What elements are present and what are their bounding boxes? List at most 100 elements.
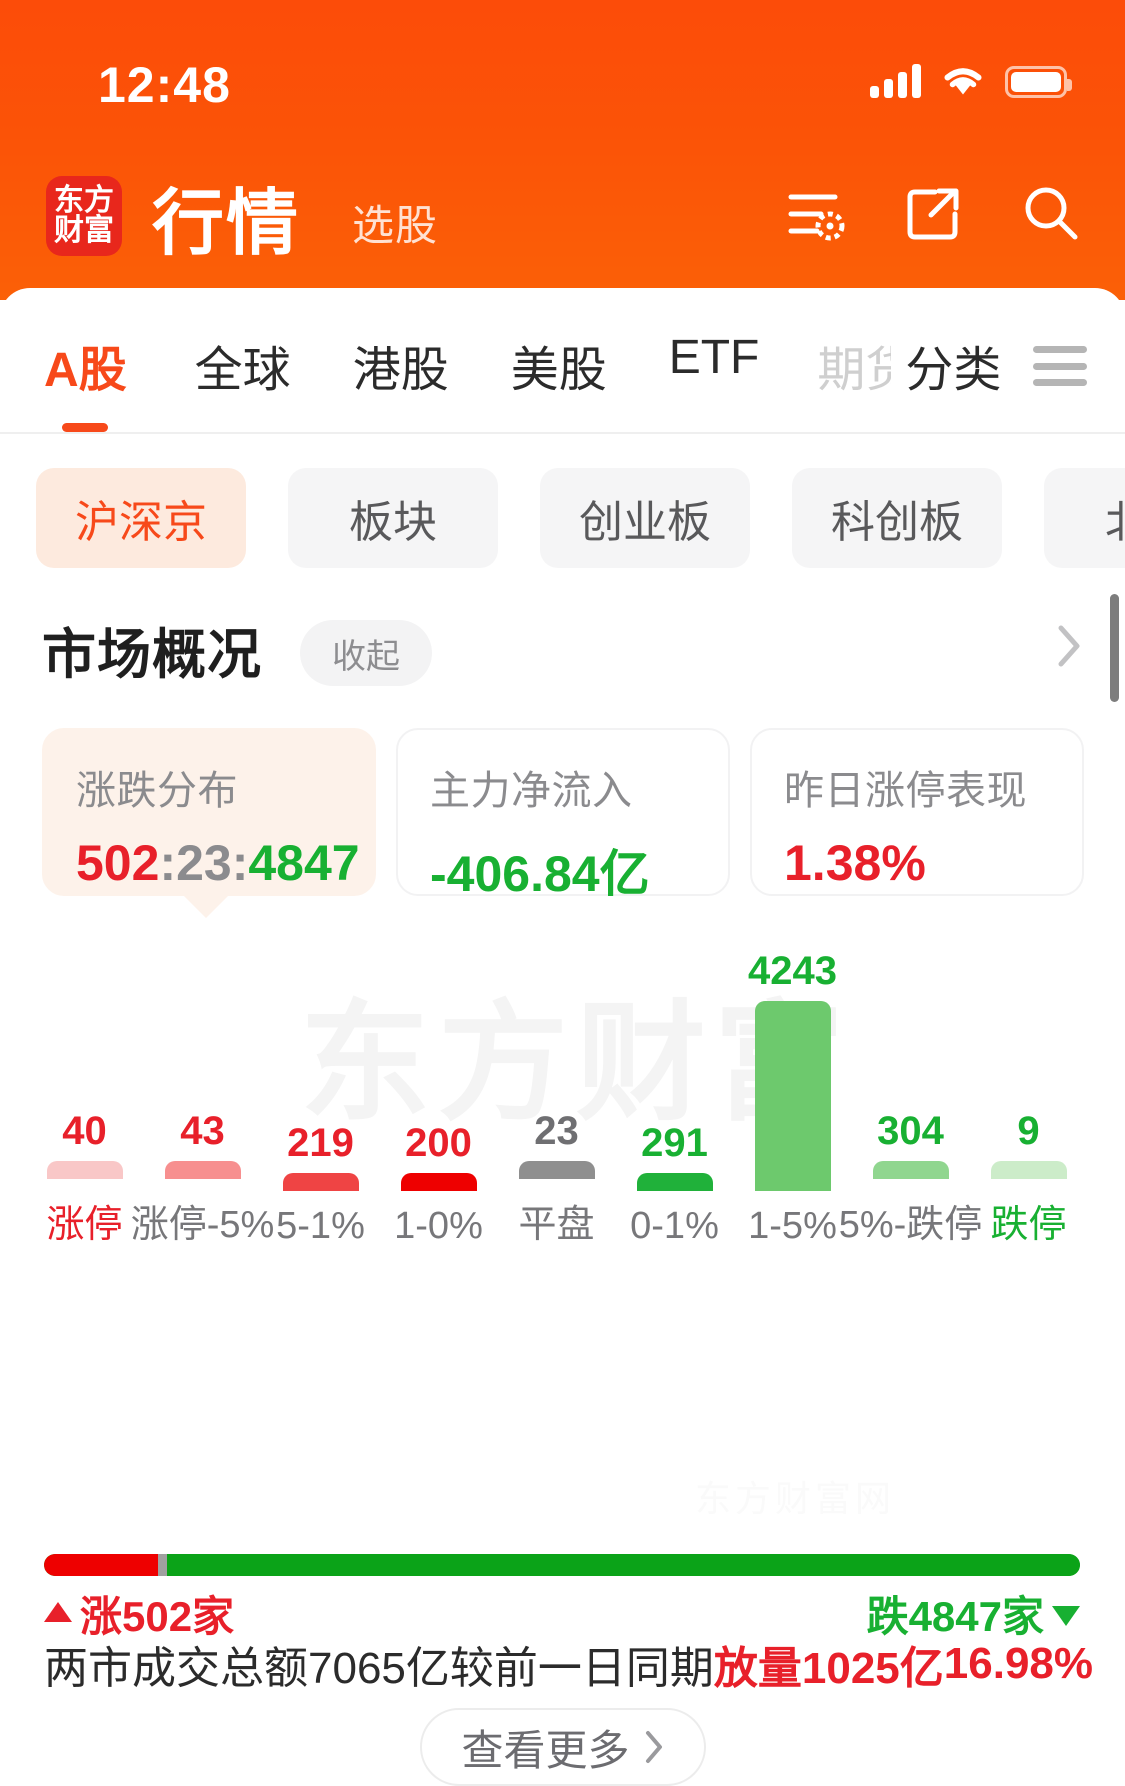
bar-column[interactable]: 4243 1-5% — [730, 951, 855, 1248]
updown-distribution-chart: 东方财富 40 涨停 43 涨停-5% 219 5-1% 200 1-0% 23 平盘 291 0-1… — [0, 908, 1125, 1248]
content-sheet: A股 全球 港股 美股 ETF 期货 分类 沪深京 板块 创业板 科创板 北交 … — [0, 288, 1125, 1786]
list-settings-icon[interactable] — [783, 182, 847, 246]
arrow-down-icon — [1052, 1605, 1080, 1626]
app-header: 12:48 东方 财富 行情 选股 — [0, 0, 1125, 300]
tab-us-stocks[interactable]: 美股 — [511, 330, 607, 400]
logo-line-2: 财富 — [54, 214, 114, 247]
chevron-right-icon — [645, 1731, 662, 1763]
tab-etf[interactable]: ETF — [669, 330, 760, 385]
chip-bse[interactable]: 北交 — [1044, 468, 1125, 568]
ratio-segment-flat — [157, 1554, 168, 1576]
chevron-right-icon[interactable] — [1057, 624, 1083, 668]
status-bar-icons — [870, 64, 1072, 98]
tab-categories[interactable]: 分类 — [905, 330, 1001, 400]
hamburger-menu-icon[interactable] — [1033, 346, 1088, 386]
battery-full-icon — [1005, 66, 1072, 98]
collapse-toggle[interactable]: 收起 — [300, 620, 432, 686]
view-more-button[interactable]: 查看更多 — [419, 1708, 706, 1786]
chip-shsz-bj[interactable]: 沪深京 — [36, 468, 246, 568]
updown-down-count: 4847 — [248, 835, 360, 891]
bar-column[interactable]: 9 跌停 — [966, 1111, 1091, 1248]
bar-category-label: 5%-跌停 — [838, 1204, 983, 1246]
page-title: 行情 — [152, 184, 301, 264]
card-label: 主力净流入 — [430, 769, 633, 813]
bar-shape — [282, 1173, 359, 1191]
bar-column[interactable]: 43 涨停-5% — [131, 1109, 275, 1248]
search-icon[interactable] — [1019, 182, 1083, 246]
tab-hk-stocks[interactable]: 港股 — [353, 330, 449, 400]
bar-column[interactable]: 219 5-1% — [258, 1123, 383, 1248]
tab-stock-picker[interactable]: 选股 — [352, 192, 438, 253]
header-title-row: 东方 财富 行情 选股 — [0, 168, 1125, 274]
bar-value-label: 304 — [877, 1109, 944, 1153]
bar-column[interactable]: 23 平盘 — [494, 1111, 619, 1248]
cellular-signal-icon — [870, 64, 921, 98]
turnover-row: 两市成交总额 7065亿 较前一日同期 放量1025亿 16.98% — [44, 1636, 1093, 1693]
external-link-icon[interactable] — [901, 182, 965, 246]
tab-futures[interactable]: 期货 — [817, 330, 891, 400]
card-yesterday-limitup[interactable]: 昨日涨停表现 1.38% — [750, 728, 1084, 896]
card-value: -406.84亿 — [430, 846, 650, 902]
turnover-value: 7065亿 — [308, 1644, 450, 1693]
volume-change: 放量1025亿 — [713, 1644, 944, 1693]
card-value: 1.38% — [784, 835, 926, 891]
card-label: 昨日涨停表现 — [784, 769, 1027, 813]
bar-shape — [990, 1161, 1067, 1179]
section-title: 市场概况 — [42, 625, 262, 685]
market-tab-bar: A股 全球 港股 美股 ETF 期货 分类 — [0, 330, 1125, 434]
bar-category-label: 涨停-5% — [130, 1204, 275, 1246]
bar-value-label: 291 — [641, 1121, 708, 1165]
filter-chip-row: 沪深京 板块 创业板 科创板 北交 — [36, 468, 1125, 568]
eastmoney-logo: 东方 财富 — [46, 176, 122, 256]
bar-value-label: 9 — [1017, 1109, 1040, 1153]
arrow-up-icon — [44, 1601, 72, 1622]
ratio-segment-down — [167, 1554, 1080, 1576]
sep-2: : — [231, 835, 249, 891]
tab-a-shares[interactable]: A股 — [44, 330, 127, 400]
bottom-watermark: 东方财富网 — [695, 1478, 896, 1514]
bar-category-label: 5-1% — [276, 1205, 365, 1247]
bar-category-label: 平盘 — [518, 1204, 595, 1246]
wifi-icon — [944, 68, 982, 95]
bar-category-label: 1-0% — [394, 1205, 483, 1247]
bar-value-label: 200 — [405, 1121, 472, 1165]
bar-value-label: 43 — [180, 1109, 225, 1153]
bar-category-label: 涨停 — [46, 1204, 123, 1246]
bar-column[interactable]: 304 5%-跌停 — [839, 1109, 983, 1248]
status-bar: 12:48 — [0, 57, 1125, 122]
bar-shape — [164, 1161, 241, 1179]
bar-column[interactable]: 200 1-0% — [376, 1123, 501, 1248]
status-bar-time: 12:48 — [98, 57, 231, 113]
bar-category-label: 0-1% — [630, 1205, 719, 1247]
bar-value-label: 40 — [62, 1109, 107, 1153]
chip-sectors[interactable]: 板块 — [288, 468, 498, 568]
bar-shape — [872, 1161, 949, 1179]
volume-change-pct: 16.98% — [943, 1639, 1094, 1688]
updown-up-count: 502 — [76, 835, 160, 891]
updown-count-row: 涨502家 跌4847家 — [44, 1583, 1080, 1640]
bar-category-label: 1-5% — [748, 1205, 837, 1247]
chip-star-board[interactable]: 科创板 — [792, 468, 1002, 568]
bar-column[interactable]: 40 涨停 — [22, 1111, 147, 1248]
bar-column[interactable]: 291 0-1% — [612, 1123, 737, 1248]
bar-shape — [754, 1001, 831, 1191]
card-updown-distribution[interactable]: 涨跌分布 502:23:4847 — [42, 728, 376, 918]
sep-1: : — [159, 835, 177, 891]
logo-line-1: 东方 — [54, 184, 114, 217]
updown-ratio-bar — [44, 1554, 1080, 1576]
card-main-net-inflow[interactable]: 主力净流入 -406.84亿 — [396, 728, 730, 902]
updown-flat-count: 23 — [176, 835, 232, 891]
bar-value-label: 4243 — [748, 949, 837, 993]
stat-card-row: 涨跌分布 502:23:4847 主力净流入 -406.84亿 昨日涨停表现 1… — [42, 728, 1084, 918]
chip-chinext[interactable]: 创业板 — [540, 468, 750, 568]
bar-value-label: 219 — [287, 1121, 354, 1165]
tab-global[interactable]: 全球 — [195, 330, 291, 400]
vertical-scrollbar[interactable] — [1110, 594, 1119, 702]
card-label: 涨跌分布 — [76, 769, 238, 813]
ratio-segment-up — [44, 1554, 158, 1576]
bar-value-label: 23 — [534, 1109, 579, 1153]
tabs-divider — [0, 432, 1125, 434]
bar-shape — [400, 1173, 477, 1191]
market-overview-header: 市场概况 收起 — [0, 610, 1125, 700]
compare-label: 较前一日同期 — [449, 1644, 714, 1693]
